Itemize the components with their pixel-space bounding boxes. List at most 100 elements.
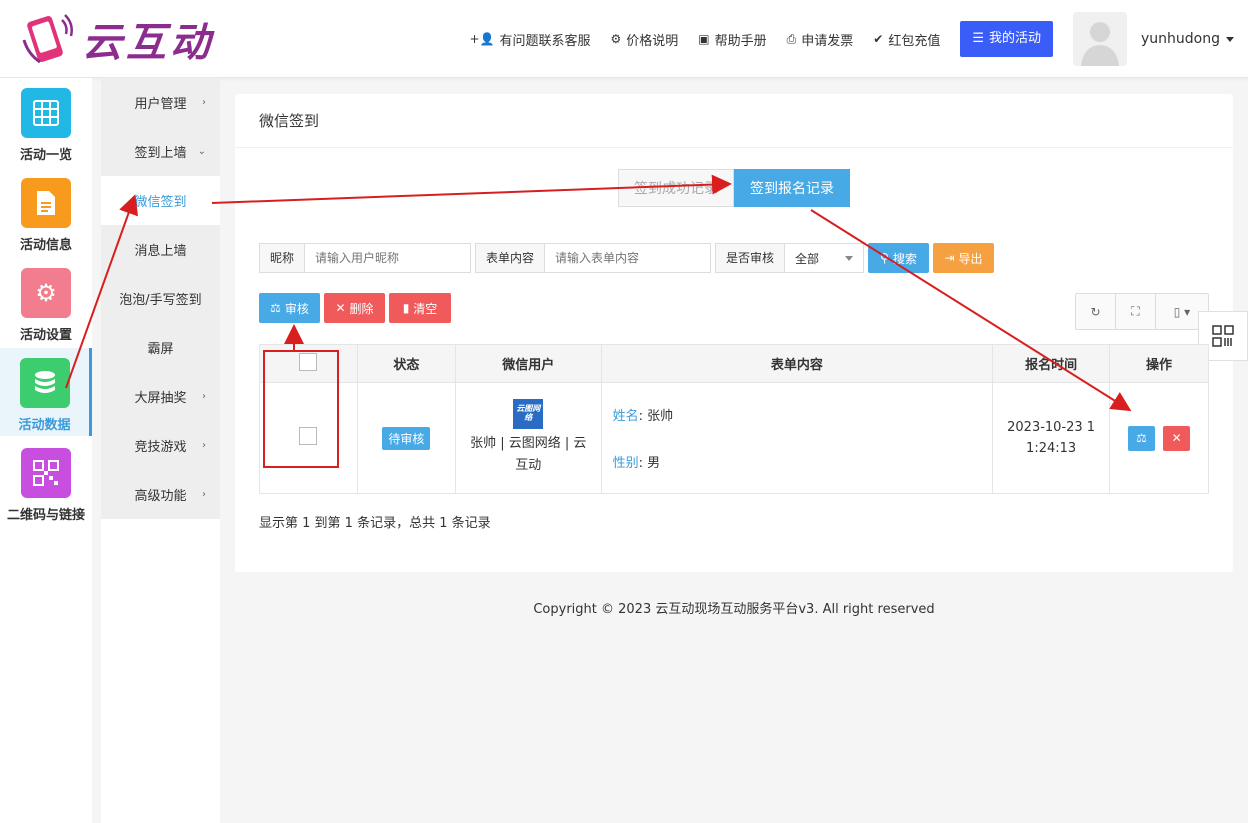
delete-button[interactable]: ✕ 删除 — [324, 293, 385, 323]
subnav-label: 泡泡/手写签到 — [119, 293, 202, 308]
printer-icon: ⎙ — [786, 31, 797, 46]
sidebar-item-activity-settings[interactable]: ⚙ 活动设置 — [0, 258, 92, 346]
subnav-item-lottery[interactable]: 大屏抽奖 › — [101, 372, 220, 421]
subnav-item-advanced[interactable]: 高级功能 › — [101, 470, 220, 519]
column-header: 报名时间 — [992, 344, 1111, 383]
close-icon: ✕ — [1171, 430, 1182, 445]
user-avatar: 云图网络 — [513, 399, 544, 429]
chevron-down-icon: ⌄ — [197, 146, 206, 157]
chevron-right-icon: › — [202, 440, 206, 451]
caret-down-icon — [845, 255, 853, 261]
export-button-label: 导出 — [958, 251, 983, 266]
subnav-item-user-management[interactable]: 用户管理 › — [101, 78, 220, 127]
review-label: 是否审核 — [716, 244, 786, 272]
my-activity-label: 我的活动 — [988, 31, 1041, 46]
table-header-row: 状态 微信用户 表单内容 报名时间 操作 — [259, 344, 1209, 383]
delete-button-label: 删除 — [349, 301, 374, 316]
nav-contact-support[interactable]: +👤 有问题联系客服 — [469, 30, 590, 49]
page-title: 微信签到 — [235, 94, 1233, 148]
annotation-highlight-box — [263, 350, 339, 468]
clear-button[interactable]: ▮ 清空 — [389, 293, 451, 323]
user-menu[interactable]: yunhudong — [1141, 31, 1234, 47]
chevron-right-icon: › — [202, 391, 206, 402]
user-plus-icon: +👤 — [469, 32, 495, 46]
refresh-icon[interactable]: ↻ — [1076, 294, 1116, 329]
nav-label: 有问题联系客服 — [499, 33, 591, 49]
subnav-label: 微信签到 — [134, 195, 187, 210]
tab-checkin-success-records[interactable]: 签到成功记录 — [618, 169, 734, 207]
close-icon: ✕ — [335, 301, 346, 315]
export-button[interactable]: ⇥ 导出 — [933, 243, 994, 273]
subnav-item-bubble-handwrite[interactable]: 泡泡/手写签到 — [101, 274, 220, 323]
nickname-filter: 昵称 — [259, 243, 471, 273]
form-key: 姓名 — [612, 409, 639, 424]
chevron-right-icon: › — [202, 489, 206, 500]
registration-time-cell: 2023-10-23 11:24:13 — [992, 382, 1111, 494]
review-select[interactable]: 全部 — [785, 244, 863, 272]
sidebar-item-label: 活动信息 — [19, 238, 72, 253]
form-value: 张帅 — [647, 409, 674, 424]
column-header: 微信用户 — [454, 344, 602, 383]
form-value: 男 — [647, 456, 661, 471]
sidebar-item-qrcode-links[interactable]: 二维码与链接 — [0, 438, 92, 526]
subnav-item-wechat-checkin[interactable]: 微信签到 — [101, 176, 220, 225]
database-icon — [19, 358, 70, 408]
subnav-item-checkin-wall[interactable]: 签到上墙 ⌄ — [101, 127, 220, 176]
subnav-label: 签到上墙 — [134, 146, 187, 161]
phone-hand-icon — [22, 14, 73, 64]
nav-recharge[interactable]: ✔ 红包充值 — [873, 30, 940, 49]
my-activity-button[interactable]: ☰ 我的活动 — [960, 21, 1053, 57]
column-header: 操作 — [1109, 344, 1209, 383]
wechat-user-name: 张帅 | 云图网络 | 云互动 — [470, 436, 587, 473]
shield-check-icon: ✔ — [873, 32, 884, 46]
sidebar-item-label: 活动一览 — [19, 148, 72, 163]
subnav-item-message-wall[interactable]: 消息上墙 — [101, 225, 220, 274]
subnav-label: 霸屏 — [147, 342, 174, 357]
review-button[interactable]: ⚖ 审核 — [259, 293, 320, 323]
gavel-icon: ⚖ — [270, 301, 281, 315]
avatar[interactable] — [1073, 12, 1127, 66]
row-review-button[interactable]: ⚖ — [1127, 425, 1155, 451]
user-silhouette-icon — [1081, 22, 1119, 66]
nav-label: 价格说明 — [626, 33, 679, 49]
sidebar-item-label: 二维码与链接 — [6, 508, 85, 523]
export-icon: ⇥ — [944, 251, 955, 265]
username: yunhudong — [1141, 31, 1220, 47]
search-button[interactable]: ⚲ 搜索 — [868, 243, 929, 273]
subnav-item-screen-takeover[interactable]: 霸屏 — [101, 323, 220, 372]
fullscreen-icon[interactable]: ⛶ — [1116, 294, 1156, 329]
sub-navigation: 用户管理 › 签到上墙 ⌄ 微信签到 消息上墙 泡泡/手写签到 霸屏 大屏抽奖 › 竞… — [101, 78, 220, 519]
form-content-filter: 表单内容 — [475, 243, 711, 273]
clear-button-label: 清空 — [413, 301, 438, 316]
review-button-label: 审核 — [284, 301, 309, 316]
nav-help-manual[interactable]: ▣ 帮助手册 — [698, 30, 766, 49]
tab-registration-records[interactable]: 签到报名记录 — [734, 169, 850, 207]
gear-icon: ⚙ — [21, 268, 71, 318]
sidebar-item-activity-info[interactable]: 活动信息 — [0, 168, 92, 256]
form-content-input[interactable] — [545, 244, 706, 272]
left-sidebar: 活动一览 活动信息 ⚙ 活动设置 活动数据 二维码与链接 — [0, 78, 92, 823]
logo-text: 云互动 — [82, 20, 214, 66]
nickname-input[interactable] — [305, 244, 466, 272]
sidebar-item-activity-overview[interactable]: 活动一览 — [0, 78, 92, 166]
form-content-label: 表单内容 — [476, 244, 546, 272]
nav-invoice[interactable]: ⎙ 申请发票 — [787, 30, 854, 49]
row-delete-button[interactable]: ✕ — [1163, 425, 1191, 451]
table-row: 待审核 云图网络 张帅 | 云图网络 | 云互动 姓名: 张帅 性别: 男 20… — [259, 382, 1209, 494]
pagination-summary: 显示第 1 到第 1 条记录，总共 1 条记录 — [259, 516, 491, 531]
subnav-item-games[interactable]: 竞技游戏 › — [101, 421, 220, 470]
sidebar-item-label: 活动设置 — [19, 328, 72, 343]
logo[interactable]: 云互动 — [18, 10, 214, 68]
sidebar-item-activity-data[interactable]: 活动数据 — [0, 348, 92, 436]
gavel-icon: ⚖ — [1136, 430, 1147, 445]
operation-cell: ⚖ ✕ — [1109, 382, 1209, 494]
nickname-label: 昵称 — [260, 244, 306, 272]
caret-down-icon — [1226, 36, 1234, 42]
subnav-label: 用户管理 — [134, 97, 187, 112]
nav-label: 帮助手册 — [714, 33, 767, 49]
grid-icon — [21, 88, 71, 138]
nav-pricing[interactable]: ⚙ 价格说明 — [610, 30, 678, 49]
status-cell: 待审核 — [356, 382, 456, 494]
column-header: 表单内容 — [600, 344, 994, 383]
subnav-label: 高级功能 — [134, 489, 187, 504]
